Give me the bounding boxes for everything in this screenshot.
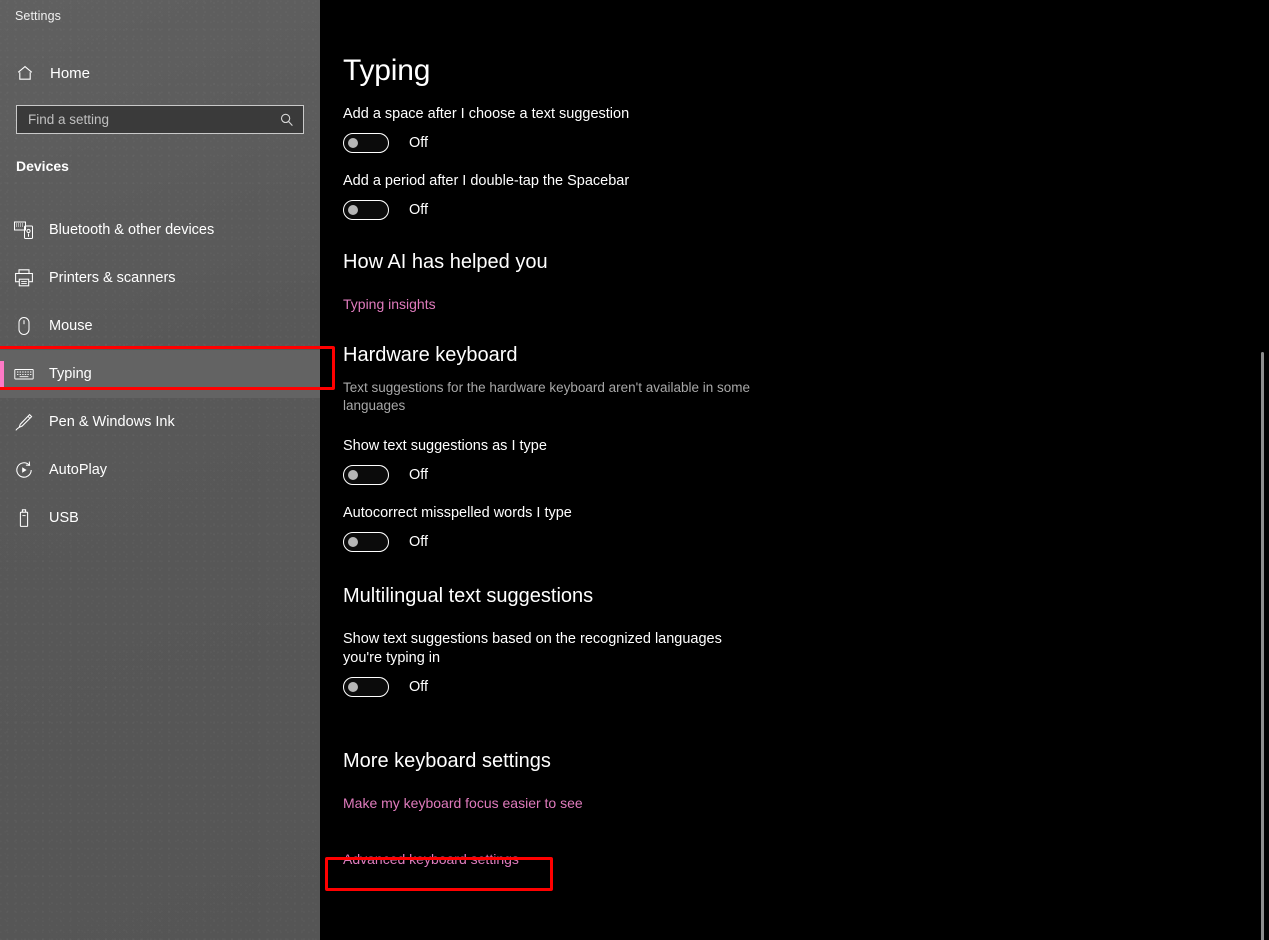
keyboard-icon — [12, 362, 36, 386]
toggle-state-label: Off — [409, 135, 429, 151]
toggle-row: Off — [343, 676, 1243, 698]
usb-icon — [12, 506, 36, 530]
typing-insights-link[interactable]: Typing insights — [343, 296, 436, 312]
sidebar-item-label: Typing — [49, 366, 92, 382]
main-content: Typing Add a space after I choose a text… — [320, 0, 1269, 940]
section-heading: How AI has helped you — [343, 251, 548, 273]
sidebar: Settings Home Devices — [0, 0, 320, 940]
sidebar-nav-list: Bluetooth & other devices Printers & sca… — [0, 206, 320, 542]
setting-label: Show text suggestions as I type — [343, 438, 547, 454]
search-input[interactable] — [17, 112, 274, 127]
section-how-ai-helped: How AI has helped you Typing insights — [343, 251, 1243, 314]
sidebar-home-label: Home — [50, 64, 91, 82]
toggle-state-label: Off — [409, 534, 429, 550]
add-period-toggle[interactable] — [343, 200, 389, 220]
advanced-keyboard-settings-link[interactable]: Advanced keyboard settings — [343, 851, 519, 867]
show-suggestions-toggle[interactable] — [343, 465, 389, 485]
sidebar-item-pen-windows-ink[interactable]: Pen & Windows Ink — [0, 398, 320, 446]
section-hardware-keyboard: Hardware keyboard Text suggestions for t… — [343, 344, 1243, 553]
page-title: Typing — [343, 54, 431, 87]
printer-icon — [12, 266, 36, 290]
multilingual-toggle[interactable] — [343, 677, 389, 697]
sidebar-item-bluetooth-other-devices[interactable]: Bluetooth & other devices — [0, 206, 320, 254]
toggle-row: Off — [343, 132, 1243, 154]
section-heading: Multilingual text suggestions — [343, 585, 594, 607]
toggle-knob — [348, 470, 358, 480]
toggle-row: Off — [343, 531, 1243, 553]
sidebar-item-autoplay[interactable]: AutoPlay — [0, 446, 320, 494]
sidebar-item-label: Bluetooth & other devices — [49, 222, 215, 238]
setting-add-period: Add a period after I double-tap the Spac… — [343, 172, 1243, 221]
pen-icon — [12, 410, 36, 434]
section-heading: More keyboard settings — [343, 750, 551, 772]
sidebar-item-label: Printers & scanners — [49, 270, 176, 286]
add-space-toggle[interactable] — [343, 133, 389, 153]
setting-label: Add a period after I double-tap the Spac… — [343, 173, 630, 189]
sidebar-item-typing[interactable]: Typing — [0, 350, 320, 398]
sidebar-category-label: Devices — [16, 158, 69, 174]
toggle-knob — [348, 682, 358, 692]
setting-label: Add a space after I choose a text sugges… — [343, 106, 630, 122]
home-icon — [14, 62, 36, 84]
toggle-row: Off — [343, 464, 1243, 486]
section-more-keyboard-settings: More keyboard settings Make my keyboard … — [343, 750, 1243, 869]
toggle-state-label: Off — [409, 202, 429, 218]
keyboard-focus-link[interactable]: Make my keyboard focus easier to see — [343, 795, 583, 811]
toggle-state-label: Off — [409, 679, 429, 695]
autocorrect-toggle[interactable] — [343, 532, 389, 552]
bluetooth-devices-icon — [12, 218, 36, 242]
setting-label: Show text suggestions based on the recog… — [343, 631, 722, 666]
toggle-knob — [348, 537, 358, 547]
scrollbar-thumb[interactable] — [1261, 352, 1264, 940]
sidebar-item-label: Pen & Windows Ink — [49, 414, 175, 430]
selection-accent-bar — [0, 361, 4, 387]
scrollbar-track[interactable] — [1255, 32, 1269, 940]
hardware-keyboard-note: Text suggestions for the hardware keyboa… — [343, 380, 751, 413]
settings-window: Settings Home Devices — [0, 0, 1269, 940]
sidebar-item-mouse[interactable]: Mouse — [0, 302, 320, 350]
sidebar-item-usb[interactable]: USB — [0, 494, 320, 542]
sidebar-item-label: AutoPlay — [49, 462, 108, 478]
section-heading: Hardware keyboard — [343, 344, 518, 366]
search-icon[interactable] — [274, 107, 300, 133]
setting-label: Autocorrect misspelled words I type — [343, 505, 572, 521]
sidebar-item-home[interactable]: Home — [0, 57, 320, 89]
toggle-knob — [348, 138, 358, 148]
settings-list: Add a space after I choose a text sugges… — [343, 105, 1243, 887]
sidebar-item-label: Mouse — [49, 318, 93, 334]
mouse-icon — [12, 314, 36, 338]
toggle-knob — [348, 205, 358, 215]
app-title: Settings — [15, 9, 61, 23]
sidebar-item-label: USB — [49, 510, 79, 526]
autoplay-icon — [12, 458, 36, 482]
toggle-state-label: Off — [409, 467, 429, 483]
search-box[interactable] — [16, 105, 304, 134]
sidebar-item-printers-scanners[interactable]: Printers & scanners — [0, 254, 320, 302]
toggle-row: Off — [343, 199, 1243, 221]
setting-add-space: Add a space after I choose a text sugges… — [343, 105, 1243, 154]
section-multilingual: Multilingual text suggestions Show text … — [343, 585, 1243, 698]
